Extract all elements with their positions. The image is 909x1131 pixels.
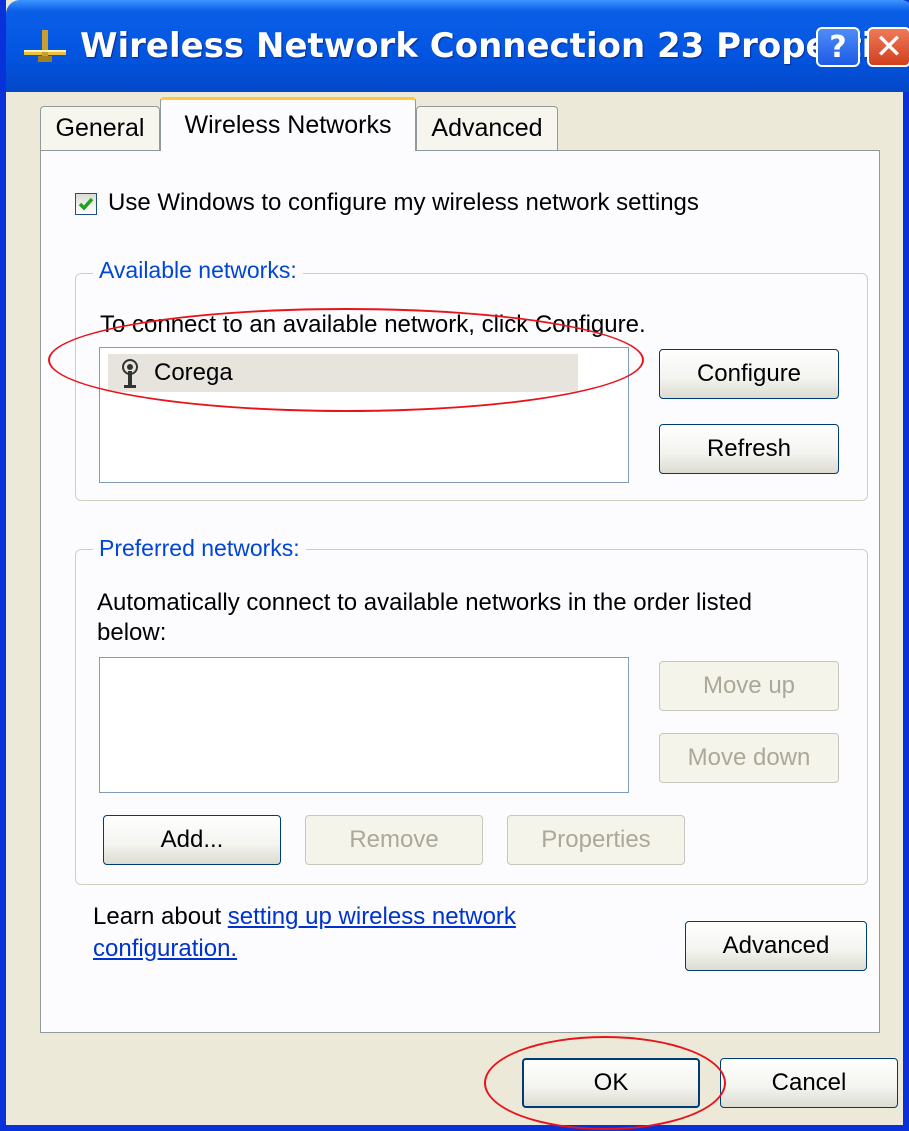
- tab-panel: Use Windows to configure my wireless net…: [40, 150, 880, 1033]
- cancel-button[interactable]: Cancel: [720, 1058, 898, 1108]
- remove-button[interactable]: Remove: [305, 815, 483, 865]
- tab-general-label: General: [55, 114, 145, 142]
- learn-link-line2[interactable]: configuration.: [93, 935, 237, 962]
- preferred-networks-legend: Preferred networks:: [93, 535, 306, 562]
- close-button[interactable]: ✕: [867, 27, 909, 67]
- learn-link-line2-row: configuration.: [93, 935, 237, 963]
- move-down-button[interactable]: Move down: [659, 733, 839, 783]
- tab-general[interactable]: General: [40, 106, 160, 150]
- add-button[interactable]: Add...: [103, 815, 281, 865]
- move-up-button[interactable]: Move up: [659, 661, 839, 711]
- advanced-button[interactable]: Advanced: [685, 921, 867, 971]
- network-name-corega: Corega: [154, 359, 233, 386]
- configure-button[interactable]: Configure: [659, 349, 839, 399]
- tab-wireless-networks-label: Wireless Networks: [184, 111, 392, 139]
- preferred-instructions-line2: below:: [97, 619, 167, 646]
- title-bar[interactable]: Wireless Network Connection 23 Propertie…: [6, 0, 909, 92]
- tab-wireless-networks[interactable]: Wireless Networks: [160, 97, 416, 151]
- available-instructions: To connect to an available network, clic…: [100, 311, 646, 338]
- checkmark-icon: [78, 197, 94, 211]
- wireless-antenna-icon: [122, 359, 138, 388]
- available-networks-list[interactable]: Corega: [99, 347, 629, 483]
- properties-dialog: Wireless Network Connection 23 Propertie…: [0, 0, 909, 1131]
- learn-about-prefix: Learn about: [93, 903, 228, 930]
- use-windows-checkbox[interactable]: [75, 193, 97, 215]
- ok-button[interactable]: OK: [522, 1058, 700, 1108]
- use-windows-label: Use Windows to configure my wireless net…: [108, 189, 699, 216]
- learn-link-line1[interactable]: setting up wireless network: [228, 903, 516, 930]
- preferred-instructions-line1: Automatically connect to available netwo…: [97, 589, 753, 616]
- learn-about-text: Learn about setting up wireless network: [93, 903, 516, 931]
- list-item[interactable]: Corega: [108, 354, 578, 392]
- available-networks-legend: Available networks:: [93, 257, 303, 284]
- properties-button[interactable]: Properties: [507, 815, 685, 865]
- refresh-button[interactable]: Refresh: [659, 424, 839, 474]
- preferred-networks-list[interactable]: [99, 657, 629, 793]
- tab-advanced-label: Advanced: [431, 114, 543, 142]
- tab-advanced[interactable]: Advanced: [416, 106, 558, 150]
- window-title: Wireless Network Connection 23 Propertie…: [80, 26, 909, 66]
- network-connection-icon: [24, 30, 66, 62]
- help-button[interactable]: ?: [816, 27, 860, 67]
